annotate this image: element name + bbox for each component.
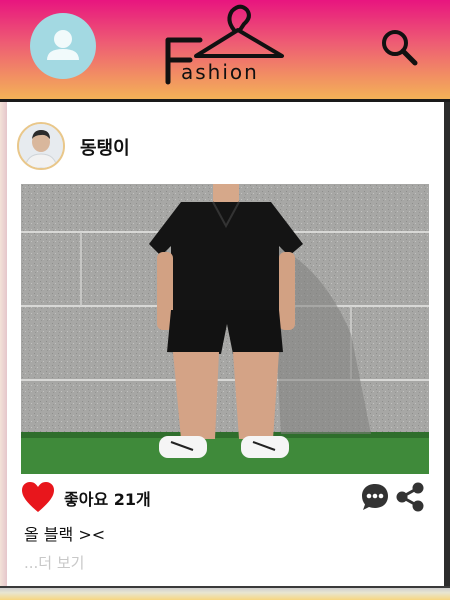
logo-text: ashion bbox=[181, 60, 259, 84]
right-border bbox=[444, 102, 450, 588]
search-icon[interactable] bbox=[378, 26, 420, 68]
more-link[interactable]: ...더 보기 bbox=[24, 552, 84, 573]
heart-icon[interactable] bbox=[20, 480, 56, 514]
app-header: ashion bbox=[0, 0, 450, 102]
outfit-photo bbox=[21, 184, 429, 474]
likes-count: 좋아요 21개 bbox=[64, 490, 151, 509]
post-username[interactable]: 동탱이 bbox=[80, 134, 130, 160]
bottom-bar bbox=[0, 586, 450, 600]
avatar[interactable] bbox=[17, 122, 65, 170]
left-border bbox=[0, 102, 7, 588]
avatar-photo bbox=[19, 124, 63, 168]
post-caption: 올 블랙 >< bbox=[24, 525, 106, 544]
profile-button[interactable] bbox=[30, 13, 96, 79]
share-icon[interactable] bbox=[394, 481, 426, 513]
user-icon bbox=[47, 30, 79, 60]
comment-icon[interactable] bbox=[360, 482, 390, 512]
post-photo[interactable] bbox=[21, 184, 429, 474]
